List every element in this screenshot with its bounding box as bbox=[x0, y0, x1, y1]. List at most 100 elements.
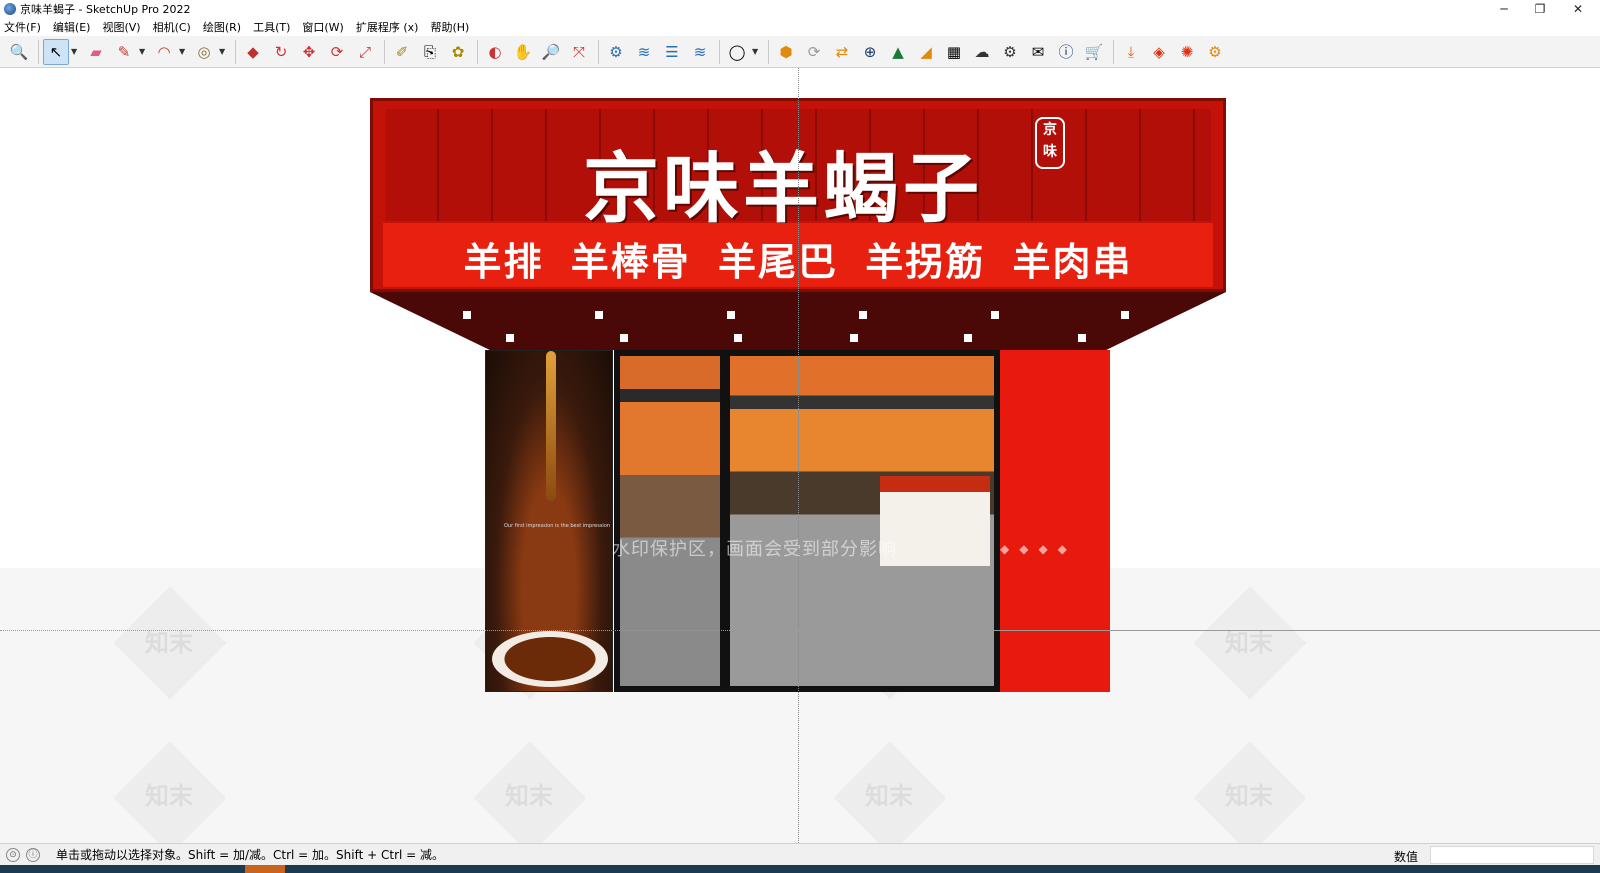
spotlight bbox=[620, 334, 628, 342]
window-title: 京味羊蝎子 - SketchUp Pro 2022 bbox=[20, 3, 191, 16]
door-glass-left bbox=[620, 356, 720, 686]
render-icon[interactable]: ✺ bbox=[1174, 39, 1200, 65]
brand-seal: 京味 bbox=[1035, 117, 1065, 169]
menu-draw[interactable]: 绘图(R) bbox=[203, 19, 241, 35]
watermark-brand: 知末 bbox=[505, 782, 553, 810]
minimize-button[interactable]: ─ bbox=[1486, 0, 1522, 18]
restore-button[interactable]: ❐ bbox=[1522, 0, 1558, 18]
settings-icon[interactable]: ⚙ bbox=[997, 39, 1023, 65]
geolocation-icon[interactable]: ⊙ bbox=[6, 847, 20, 862]
spotlight bbox=[463, 311, 471, 319]
model-viewport[interactable]: 知末 知末 知末 知末 知末 知末 知末 知末 京味羊蝎子 京味 羊排 羊棒骨 … bbox=[0, 68, 1600, 843]
select-dropdown-icon[interactable]: ▼ bbox=[71, 47, 81, 56]
watermark-brand: 知末 bbox=[1225, 629, 1273, 657]
terrain-icon[interactable]: ◢ bbox=[913, 39, 939, 65]
toolbar-separator bbox=[1113, 39, 1114, 64]
status-message: 单击或拖动以选择对象。Shift = 加/减。Ctrl = 加。Shift + … bbox=[56, 848, 445, 862]
door-glass-right bbox=[730, 356, 994, 686]
refresh-icon[interactable]: ⟳ bbox=[801, 39, 827, 65]
food-poster: Our first impression is the best impress… bbox=[485, 350, 613, 692]
green-axis bbox=[798, 68, 799, 843]
toolbar-separator bbox=[598, 39, 599, 64]
styles-icon[interactable]: ≋ bbox=[687, 39, 713, 65]
orbit-icon[interactable]: ✋ bbox=[510, 39, 536, 65]
checker-icon[interactable]: ▦ bbox=[941, 39, 967, 65]
pencil-icon[interactable]: ✎ bbox=[111, 39, 137, 65]
move-icon[interactable]: ✥ bbox=[296, 39, 322, 65]
menu-view[interactable]: 视图(V) bbox=[102, 19, 140, 35]
menu-edit[interactable]: 编辑(E) bbox=[53, 19, 91, 35]
taskbar-active-app[interactable] bbox=[245, 865, 285, 873]
zoom-extents-icon[interactable]: ⤧ bbox=[566, 39, 592, 65]
watermark-brand: 知末 bbox=[1225, 782, 1273, 810]
measurements-input[interactable] bbox=[1430, 846, 1594, 864]
toolbar-separator bbox=[477, 39, 478, 64]
spotlight bbox=[595, 311, 603, 319]
gear-orange-icon[interactable]: ⚙ bbox=[1202, 39, 1228, 65]
credits-icon[interactable]: ⓘ bbox=[26, 847, 40, 862]
tree-icon[interactable]: ▲ bbox=[885, 39, 911, 65]
plugin-icon[interactable]: ⬢ bbox=[773, 39, 799, 65]
menu-tools[interactable]: 工具(T) bbox=[253, 19, 290, 35]
status-bar: ⊙ ⓘ 单击或拖动以选择对象。Shift = 加/减。Ctrl = 加。Shif… bbox=[0, 843, 1600, 865]
toolbar-separator bbox=[38, 39, 39, 64]
menu-camera[interactable]: 相机(C) bbox=[153, 19, 191, 35]
scale-icon[interactable]: ⤢ bbox=[352, 39, 378, 65]
paint-dropdown-icon[interactable]: ▼ bbox=[219, 47, 229, 56]
add-icon[interactable]: ⊕ bbox=[857, 39, 883, 65]
food-plate bbox=[492, 631, 608, 687]
cloud-upload-icon[interactable]: ☁ bbox=[969, 39, 995, 65]
watermark-notice: 水印保护区，画面会受到部分影响 bbox=[612, 539, 897, 560]
paint-bucket-icon[interactable]: ◎ bbox=[191, 39, 217, 65]
arc-dropdown-icon[interactable]: ▼ bbox=[179, 47, 189, 56]
spotlight bbox=[850, 334, 858, 342]
component-icon[interactable]: ⚙ bbox=[603, 39, 629, 65]
menu-window[interactable]: 窗口(W) bbox=[302, 19, 343, 35]
spotlight bbox=[1078, 334, 1086, 342]
eraser-icon[interactable]: ▰ bbox=[83, 39, 109, 65]
spotlight bbox=[727, 311, 735, 319]
arc-icon[interactable]: ◠ bbox=[151, 39, 177, 65]
measurements-label: 数值 bbox=[1394, 850, 1419, 864]
rotate-icon[interactable]: ⟳ bbox=[324, 39, 350, 65]
toolbar-separator bbox=[235, 39, 236, 64]
toolbar-separator bbox=[768, 39, 769, 64]
poster-caption: Our first impression is the best impress… bbox=[504, 523, 611, 529]
cart-icon[interactable]: 🛒 bbox=[1081, 39, 1107, 65]
red-side-wall bbox=[1000, 350, 1110, 692]
pan-icon[interactable]: 🔎 bbox=[538, 39, 564, 65]
layers-icon[interactable]: ☰ bbox=[659, 39, 685, 65]
main-toolbar: 🔍 ↖ ▼ ▰ ✎ ▼ ◠ ▼ ◎ ▼ ◆ ↻ ✥ ⟳ ⤢ ✐ ⎘ ✿ ◐ ✋ … bbox=[0, 36, 1600, 68]
toolbar-separator bbox=[384, 39, 385, 64]
user-dropdown-icon[interactable]: ▼ bbox=[752, 47, 762, 56]
sandbox-icon[interactable]: ≋ bbox=[631, 39, 657, 65]
menu-extensions[interactable]: 扩展程序 (x) bbox=[356, 19, 419, 35]
pencil-dropdown-icon[interactable]: ▼ bbox=[139, 47, 149, 56]
paint-icon[interactable]: ✿ bbox=[445, 39, 471, 65]
shop-name: 京味羊蝎子 bbox=[583, 144, 983, 233]
menu-bar: 文件(F) 编辑(E) 视图(V) 相机(C) 绘图(R) 工具(T) 窗口(W… bbox=[0, 18, 1600, 36]
layers-orange-icon[interactable]: ◈ bbox=[1146, 39, 1172, 65]
swap-icon[interactable]: ⇄ bbox=[829, 39, 855, 65]
text-icon[interactable]: ⎘ bbox=[417, 39, 443, 65]
watermark-brand: 知末 bbox=[145, 782, 193, 810]
watermark-diamonds: ◆◆◆◆ bbox=[1000, 542, 1077, 556]
user-icon[interactable]: ◯ bbox=[724, 39, 750, 65]
follow-me-icon[interactable]: ↻ bbox=[268, 39, 294, 65]
download-icon[interactable]: ⤓ bbox=[1118, 39, 1144, 65]
menu-file[interactable]: 文件(F) bbox=[4, 19, 41, 35]
watermark-brand: 知末 bbox=[145, 629, 193, 657]
push-pull-icon[interactable]: ◆ bbox=[240, 39, 266, 65]
menu-help[interactable]: 帮助(H) bbox=[430, 19, 469, 35]
info-icon[interactable]: ⓘ bbox=[1053, 39, 1079, 65]
tape-measure-icon[interactable]: ✐ bbox=[389, 39, 415, 65]
spotlight bbox=[991, 311, 999, 319]
zoom-icon[interactable]: 🔍 bbox=[6, 39, 32, 65]
select-icon[interactable]: ↖ bbox=[43, 38, 69, 65]
sketchup-logo-icon bbox=[4, 3, 16, 15]
toolbar-separator bbox=[719, 39, 720, 64]
section-plane-icon[interactable]: ◐ bbox=[482, 39, 508, 65]
sauce-drip bbox=[546, 351, 556, 501]
close-button[interactable]: ✕ bbox=[1560, 0, 1596, 18]
mail-icon[interactable]: ✉ bbox=[1025, 39, 1051, 65]
